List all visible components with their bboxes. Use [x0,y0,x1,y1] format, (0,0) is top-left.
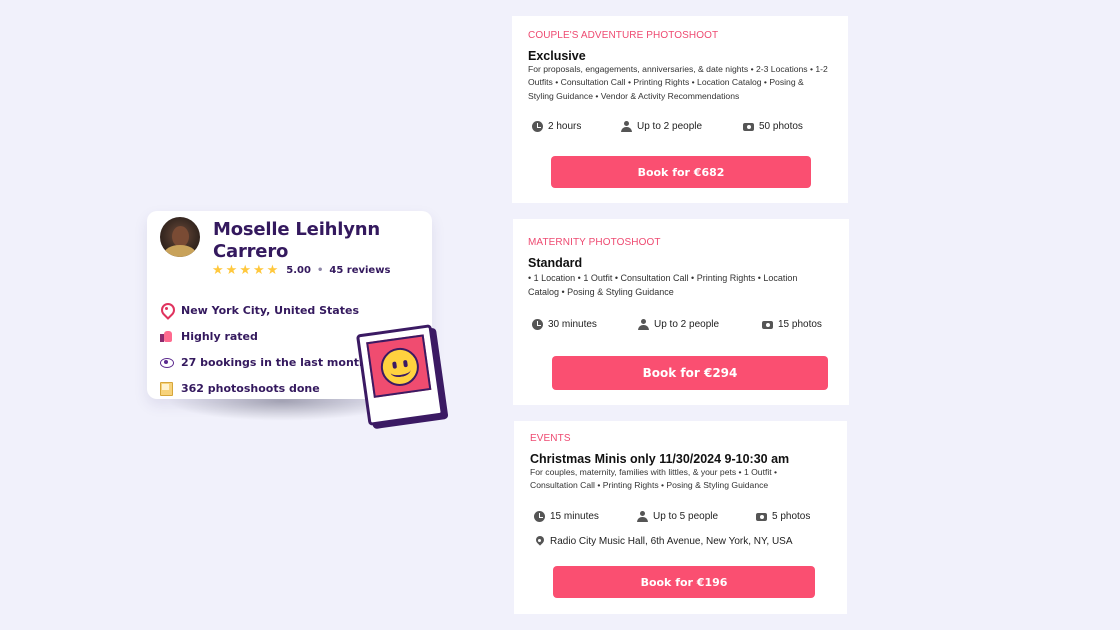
feature-bookings: 27 bookings in the last month [159,349,367,375]
rating-value: 5.00 [286,265,311,276]
package-title: Christmas Minis only 11/30/2024 9-10:30 … [530,452,790,466]
polaroid-smiley-sticker [355,324,445,426]
person-icon [638,319,649,330]
photographer-name[interactable]: Moselle Leihlynn Carrero [213,219,423,263]
location-text: Radio City Music Hall, 6th Avenue, New Y… [550,536,793,547]
package-photos: 15 photos [762,319,822,330]
avatar[interactable] [160,217,200,257]
photo-album-icon [159,381,173,396]
camera-icon [756,511,767,522]
package-people: Up to 2 people [621,121,702,132]
separator-dot: • [316,265,324,276]
person-icon [621,121,632,132]
package-duration: 2 hours [532,121,581,132]
package-category: COUPLE'S ADVENTURE PHOTOSHOOT [528,30,719,41]
feature-text: 362 photoshoots done [181,381,320,395]
book-button[interactable]: Book for €294 [552,356,828,390]
polaroid-photo [366,334,432,398]
star-icon: ★ [266,263,279,278]
rating-row: ★ ★ ★ ★ ★ 5.00 • 45 reviews [212,264,390,277]
package-photos: 5 photos [756,511,810,522]
package-description: For couples, maternity, families with li… [530,467,778,491]
duration-text: 2 hours [548,121,582,132]
star-rating: ★ ★ ★ ★ ★ [212,264,278,277]
package-duration: 15 minutes [534,511,599,522]
feature-rating: Highly rated [159,323,367,349]
package-location: Radio City Music Hall, 6th Avenue, New Y… [534,536,793,547]
feature-text: Highly rated [181,329,258,343]
package-title: Standard [528,256,583,270]
feature-location: New York City, United States [159,297,367,323]
profile-features: New York City, United States Highly rate… [159,297,367,401]
people-text: Up to 2 people [654,319,720,330]
people-text: Up to 2 people [637,121,703,132]
feature-text: 27 bookings in the last month [181,355,367,369]
photos-text: 50 photos [759,121,803,132]
duration-text: 30 minutes [548,319,597,330]
smiley-mouth [389,364,412,379]
package-card: MATERNITY PHOTOSHOOT Standard • 1 Locati… [513,219,849,405]
book-button[interactable]: Book for €682 [551,156,811,188]
camera-icon [743,121,754,132]
clock-icon [534,511,545,522]
photos-text: 5 photos [772,511,811,522]
feature-photoshoots: 362 photoshoots done [159,375,367,401]
package-people: Up to 5 people [637,511,718,522]
camera-icon [762,319,773,330]
reviews-link[interactable]: 45 reviews [329,265,390,276]
profile-card-wrapper: Moselle Leihlynn Carrero ★ ★ ★ ★ ★ 5.00 … [147,211,447,441]
package-description: • 1 Location • 1 Outfit • Consultation C… [528,273,798,297]
avatar-shoulders [164,245,196,257]
star-icon: ★ [225,263,238,278]
clock-icon [532,319,543,330]
smiley-face-icon [378,345,422,389]
feature-text: New York City, United States [181,303,359,317]
package-duration: 30 minutes [532,319,597,330]
package-title: Exclusive [528,49,586,63]
clock-icon [532,121,543,132]
book-button[interactable]: Book for €196 [553,566,815,598]
star-icon: ★ [239,263,251,278]
package-category: MATERNITY PHOTOSHOOT [528,237,661,248]
package-card: COUPLE'S ADVENTURE PHOTOSHOOT Exclusive … [512,16,848,203]
people-text: Up to 5 people [653,511,719,522]
thumbs-up-icon [159,329,173,343]
package-card: EVENTS Christmas Minis only 11/30/2024 9… [514,421,847,614]
avatar-face [172,226,189,247]
duration-text: 15 minutes [550,511,599,522]
package-people: Up to 2 people [638,319,719,330]
star-icon: ★ [212,263,224,278]
person-icon [637,511,648,522]
map-pin-icon [159,303,173,317]
location-pin-icon [534,536,545,547]
star-icon: ★ [252,263,265,278]
eye-icon [159,355,174,369]
photos-text: 15 photos [778,319,822,330]
package-description: For proposals, engagements, anniversarie… [528,64,828,101]
package-category: EVENTS [530,433,571,444]
package-photos: 50 photos [743,121,803,132]
